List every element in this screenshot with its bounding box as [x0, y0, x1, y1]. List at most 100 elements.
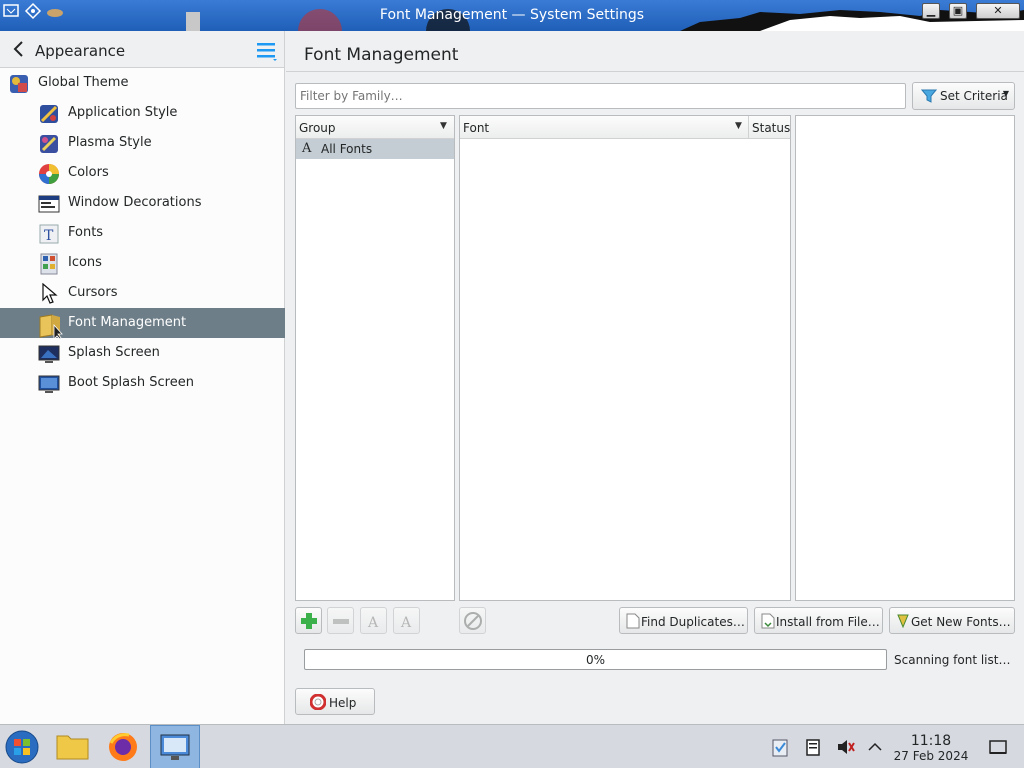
notes-tray-icon[interactable] [803, 737, 823, 757]
sidebar-item-label: Fonts [68, 225, 104, 240]
install-from-file-button[interactable]: Install from File… [754, 607, 883, 634]
minus-icon [333, 619, 349, 624]
sidebar-item-label: Cursors [68, 285, 118, 300]
folder-icon [56, 735, 89, 760]
sidebar-item-application-style[interactable]: Application Style [0, 98, 285, 128]
remove-group-button[interactable] [327, 607, 354, 634]
sort-arrow-icon: ▼ [440, 121, 447, 131]
header-divider [286, 71, 1024, 72]
sidebar-item-cursors[interactable]: Cursors [0, 278, 285, 308]
sidebar-item-fonts[interactable]: T Fonts [0, 218, 285, 248]
sidebar-item-label: Icons [68, 255, 102, 270]
splash-screen-icon [38, 343, 60, 365]
font-enable-icon: A [367, 615, 379, 631]
back-icon[interactable] [10, 39, 28, 59]
group-list[interactable]: Group ▼ A All Fonts [295, 115, 455, 601]
find-duplicates-button[interactable]: Find Duplicates… [619, 607, 748, 634]
status-text: Scanning font list… [894, 653, 1011, 667]
sidebar-item-plasma-style[interactable]: Plasma Style [0, 128, 285, 158]
sidebar-item-label: Application Style [68, 105, 178, 120]
disable-fonts-button[interactable]: A [393, 607, 420, 634]
font-list[interactable]: Font ▼ Status [459, 115, 791, 601]
group-item-all-fonts[interactable]: A All Fonts [296, 139, 454, 159]
icons-icon [38, 253, 60, 275]
help-lifebuoy-icon [309, 693, 327, 711]
svg-text:A: A [367, 615, 379, 631]
system-settings-icon [160, 734, 190, 760]
document-icon [626, 613, 640, 629]
clipboard-tray-icon[interactable] [770, 737, 790, 757]
file-manager-taskbar-button[interactable] [48, 725, 98, 768]
minimize-button[interactable]: ▁ [922, 3, 940, 19]
find-duplicates-label: Find Duplicates… [641, 615, 745, 629]
firefox-icon [109, 733, 137, 761]
sidebar-item-icons[interactable]: Icons [0, 248, 285, 278]
font-header-label: Font [463, 121, 490, 135]
group-item-label: All Fonts [321, 142, 373, 156]
plasma-style-icon [38, 133, 60, 155]
plus-icon [301, 613, 317, 629]
set-criteria-button[interactable]: Set Criteria ▼ [912, 82, 1015, 110]
filter-icon [920, 88, 938, 104]
fonts-icon: T [38, 223, 60, 245]
sidebar-item-label: Splash Screen [68, 345, 160, 360]
get-new-fonts-label: Get New Fonts… [911, 615, 1011, 629]
start-menu-button[interactable] [0, 725, 50, 768]
chevron-up-icon[interactable] [865, 737, 885, 757]
install-icon [761, 613, 775, 629]
font-column-header[interactable]: Font ▼ [460, 116, 748, 139]
sidebar-item-colors[interactable]: Colors [0, 158, 285, 188]
window-decorations-icon [38, 193, 60, 215]
colors-icon [38, 163, 60, 185]
sidebar-item-label: Font Management [68, 315, 187, 330]
enable-fonts-button[interactable]: A [360, 607, 387, 634]
status-column-header[interactable]: Status [748, 116, 790, 139]
sidebar-item-boot-splash-screen[interactable]: Boot Splash Screen [0, 368, 285, 398]
system-settings-taskbar-button[interactable] [150, 725, 200, 768]
taskbar: 11:18 27 Feb 2024 [0, 724, 1024, 768]
boot-splash-screen-icon [38, 373, 60, 395]
maximize-button[interactable]: ▣ [949, 3, 967, 19]
start-orb-icon [5, 730, 39, 764]
sidebar-item-label: Global Theme [38, 75, 129, 90]
chevron-down-icon: ▼ [1002, 89, 1009, 98]
svg-text:T: T [44, 228, 54, 244]
sidebar-item-global-theme[interactable]: Global Theme [0, 68, 285, 98]
global-theme-icon [8, 73, 30, 95]
filter-family-input[interactable] [295, 83, 906, 109]
install-from-file-label: Install from File… [776, 615, 880, 629]
show-desktop-icon[interactable] [988, 737, 1008, 757]
application-style-icon [38, 103, 60, 125]
sidebar-item-label: Colors [68, 165, 109, 180]
group-header-label: Group [299, 121, 336, 135]
scan-progress-bar: 0% [304, 649, 887, 670]
sidebar-header: Appearance [0, 31, 284, 68]
clock[interactable]: 11:18 27 Feb 2024 [893, 733, 969, 763]
forbidden-icon [464, 612, 482, 630]
page-title: Font Management [304, 45, 459, 65]
sidebar-item-splash-screen[interactable]: Splash Screen [0, 338, 285, 368]
main-panel: Font Management Set Criteria ▼ Group ▼ A… [286, 31, 1024, 724]
hamburger-menu-icon[interactable] [256, 40, 278, 62]
get-new-fonts-button[interactable]: Get New Fonts… [889, 607, 1015, 634]
clock-time: 11:18 [910, 733, 952, 749]
volume-muted-icon[interactable] [835, 737, 855, 757]
group-column-header[interactable]: Group ▼ [296, 116, 454, 139]
delete-fonts-button[interactable] [459, 607, 486, 634]
sidebar-item-font-management[interactable]: Font Management [0, 308, 285, 340]
help-label: Help [329, 696, 357, 710]
sidebar-item-window-decorations[interactable]: Window Decorations [0, 188, 285, 218]
close-button[interactable]: ✕ [976, 3, 1020, 19]
firefox-taskbar-button[interactable] [99, 725, 149, 768]
cursor-icon [40, 282, 62, 305]
font-management-icon [38, 313, 63, 340]
add-group-button[interactable] [295, 607, 322, 634]
window-titlebar[interactable]: Font Management — System Settings ▁ ▣ ✕ [0, 0, 1024, 31]
font-glyph-icon: A [302, 141, 312, 156]
sidebar-item-label: Boot Splash Screen [68, 375, 194, 390]
font-preview-pane [795, 115, 1015, 601]
set-criteria-label: Set Criteria [940, 89, 1008, 103]
window-title: Font Management — System Settings [379, 7, 645, 23]
svg-text:A: A [400, 615, 412, 631]
help-button[interactable]: Help [295, 688, 375, 715]
